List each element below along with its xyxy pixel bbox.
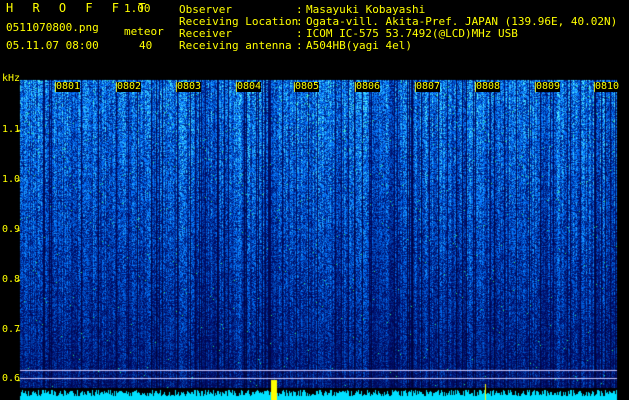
file-name: 0511070800.png	[6, 21, 99, 34]
spectrogram-canvas	[0, 0, 629, 400]
y-tick-label: 0.8	[2, 274, 21, 285]
x-tick-label: 0809	[536, 81, 561, 92]
x-tick-label: 0810	[595, 81, 620, 92]
x-tick-label: 0808	[476, 81, 501, 92]
y-tick-label: 0.9	[2, 224, 21, 235]
x-tick-label: 0804	[237, 81, 262, 92]
y-axis-unit: kHz	[2, 73, 21, 84]
meteor-count: 40	[139, 39, 153, 52]
meteor-label: meteor	[124, 25, 164, 38]
x-tick-label: 0801	[56, 81, 81, 92]
x-tick-label: 0807	[416, 81, 441, 92]
info-value-antenna: A504HB(yagi 4el)	[306, 39, 412, 52]
app-version: 1.00	[124, 2, 151, 15]
date-time: 05.11.07 08:00	[6, 39, 99, 52]
y-tick-label: 0.7	[2, 324, 21, 335]
y-tick-label: 1.1	[2, 124, 21, 135]
info-label-antenna: Receiving antenna	[179, 39, 292, 52]
x-tick-label: 0803	[177, 81, 202, 92]
x-tick-label: 0805	[295, 81, 320, 92]
y-tick-label: 1.0	[2, 174, 21, 185]
info-colon: :	[296, 39, 303, 52]
x-tick-label: 0806	[356, 81, 381, 92]
y-tick-label: 0.6	[2, 373, 21, 384]
x-tick-label: 0802	[117, 81, 142, 92]
